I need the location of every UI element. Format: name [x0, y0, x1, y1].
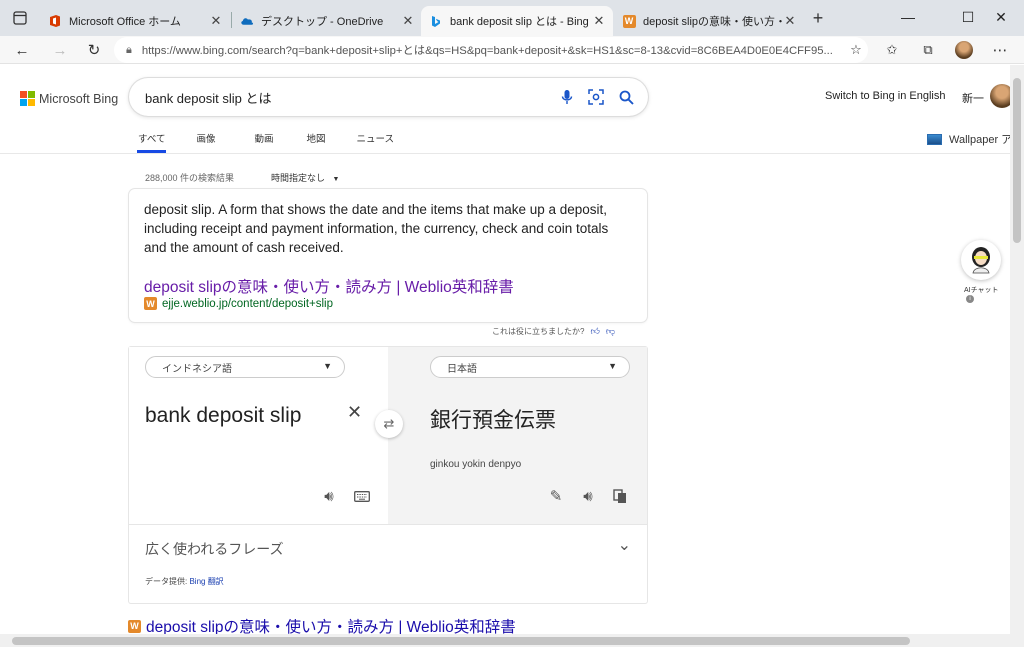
weblio-icon: W: [622, 14, 636, 28]
definition-text: deposit slip. A form that shows the date…: [144, 202, 609, 255]
bing-logo[interactable]: Microsoft Bing: [20, 91, 118, 106]
target-language-select[interactable]: 日本語 ▼: [430, 356, 630, 378]
add-favorite-icon[interactable]: ☆: [844, 38, 868, 62]
clear-icon[interactable]: ✕: [347, 402, 362, 423]
wallpaper-icon: [927, 133, 942, 145]
header-divider: [0, 153, 1010, 154]
caret-down-icon: ▼: [323, 361, 332, 371]
tab-images[interactable]: 画像: [196, 123, 215, 153]
collections-icon[interactable]: ⧉: [916, 38, 940, 62]
info-icon[interactable]: i: [966, 295, 974, 303]
source-language-select[interactable]: インドネシア語 ▼: [145, 356, 345, 378]
microsoft-logo-icon: [20, 91, 35, 106]
url-text: https://www.bing.com/search?q=bank+depos…: [141, 45, 833, 57]
translator-source-pane: インドネシア語 ▼ bank deposit slip ✕ 🔊︎: [129, 347, 388, 524]
forward-button[interactable]: →: [48, 38, 72, 62]
tab-news[interactable]: ニュース: [357, 123, 395, 153]
profile-avatar[interactable]: [952, 38, 976, 62]
onedrive-icon: [240, 14, 254, 28]
search-icon[interactable]: [616, 87, 636, 107]
minimize-button[interactable]: —: [885, 0, 931, 34]
tab-all[interactable]: すべて: [136, 123, 167, 153]
chevron-down-icon: ⌄: [617, 537, 631, 554]
favorites-icon[interactable]: ✩: [880, 38, 904, 62]
tab-actions-icon[interactable]: [8, 6, 32, 30]
avatar[interactable]: [990, 84, 1010, 108]
navigation-bar: ← → ↻ 🔒︎ https://www.bing.com/search?q=b…: [0, 36, 1024, 64]
close-tab-icon[interactable]: ✕: [591, 13, 607, 29]
ai-chat-label: AIチャット i: [964, 287, 999, 303]
close-tab-icon[interactable]: ✕: [208, 13, 224, 29]
user-name[interactable]: 新一: [962, 90, 984, 106]
switch-language-link[interactable]: Switch to Bing in English: [825, 90, 945, 102]
keyboard-icon[interactable]: [352, 486, 372, 506]
wallpaper-button[interactable]: Wallpaper ア: [927, 131, 1010, 147]
tab-bing[interactable]: bank deposit slip とは - Bing ✕: [421, 6, 613, 36]
definition-card: deposit slip. A form that shows the date…: [129, 189, 647, 322]
microphone-icon[interactable]: [557, 87, 577, 107]
office-icon: [48, 14, 62, 28]
translator-card: インドネシア語 ▼ bank deposit slip ✕ 🔊︎ ⇄ 日本語 ▼…: [129, 347, 647, 603]
source-text-input[interactable]: bank deposit slip: [145, 404, 301, 428]
more-menu-icon[interactable]: ⋯: [988, 38, 1012, 62]
close-tab-icon[interactable]: ✕: [782, 13, 798, 29]
translator-target-pane: 日本語 ▼ 銀行預金伝票 ginkou yokin denpyo ✎ 🔊︎: [388, 347, 647, 524]
search-input[interactable]: bank deposit slip とは: [129, 78, 648, 116]
refresh-button[interactable]: ↻: [82, 38, 106, 62]
common-phrases-toggle[interactable]: 広く使われるフレーズ ⌄: [129, 524, 647, 568]
time-filter-dropdown[interactable]: 時間指定なし ▼: [271, 171, 339, 184]
swap-languages-button[interactable]: ⇄: [375, 410, 403, 438]
results-count: 288,000 件の検索結果: [145, 173, 235, 183]
horizontal-scroll-thumb[interactable]: [12, 637, 910, 645]
tab-onedrive[interactable]: デスクトップ - OneDrive ✕: [232, 6, 422, 36]
caret-down-icon: ▼: [608, 361, 617, 371]
lock-icon[interactable]: 🔒︎: [126, 44, 132, 57]
pencil-icon[interactable]: ✎: [546, 486, 566, 506]
bing-translator-link[interactable]: Bing 翻訳: [189, 577, 223, 586]
close-tab-icon[interactable]: ✕: [400, 13, 416, 29]
scope-tabs: すべて 画像 動画 地図 ニュース: [136, 123, 395, 153]
weblio-icon: W: [128, 619, 141, 633]
vertical-scroll-thumb[interactable]: [1013, 78, 1021, 243]
speaker-icon[interactable]: 🔊︎: [578, 486, 598, 506]
address-bar[interactable]: 🔒︎ https://www.bing.com/search?q=bank+de…: [114, 37, 868, 63]
tab-strip: Microsoft Office ホーム ✕ デスクトップ - OneDrive…: [0, 0, 1024, 36]
ai-chat-button[interactable]: [961, 240, 1001, 280]
thumbs-down-icon[interactable]: 👎︎: [606, 326, 615, 337]
bing-page: Microsoft Bing bank deposit slip とは Swit…: [0, 65, 1010, 634]
copy-icon[interactable]: [610, 486, 630, 506]
tab-maps[interactable]: 地図: [307, 123, 326, 153]
data-provider: データ提供: Bing 翻訳: [145, 577, 224, 586]
tab-weblio[interactable]: W deposit slipの意味・使い方・読み方 ✕: [614, 6, 804, 36]
weblio-icon: W: [144, 297, 157, 310]
close-window-button[interactable]: ✕: [978, 0, 1024, 34]
definition-source-url[interactable]: W ejje.weblio.jp/content/deposit+slip: [144, 297, 333, 310]
search-result-link[interactable]: W deposit slipの意味・使い方・読み方 | Weblio英和辞書: [128, 615, 516, 634]
translated-text: 銀行預金伝票: [430, 409, 556, 432]
transliteration: ginkou yokin denpyo: [430, 459, 522, 470]
visual-search-icon[interactable]: [586, 87, 606, 107]
speaker-icon[interactable]: 🔊︎: [319, 486, 339, 506]
caret-down-icon: ▼: [332, 176, 340, 183]
tab-office[interactable]: Microsoft Office ホーム ✕: [40, 6, 230, 36]
bing-icon: [429, 14, 443, 28]
back-button[interactable]: ←: [10, 38, 34, 62]
new-tab-button[interactable]: +: [806, 6, 830, 30]
definition-source-link[interactable]: deposit slipの意味・使い方・読み方 | Weblio英和辞書: [144, 275, 514, 297]
thumbs-up-icon[interactable]: 👍︎: [590, 326, 599, 337]
feedback-row: これは役に立ちましたか? 👍︎ 👎︎: [492, 326, 615, 337]
tab-videos[interactable]: 動画: [254, 123, 273, 153]
